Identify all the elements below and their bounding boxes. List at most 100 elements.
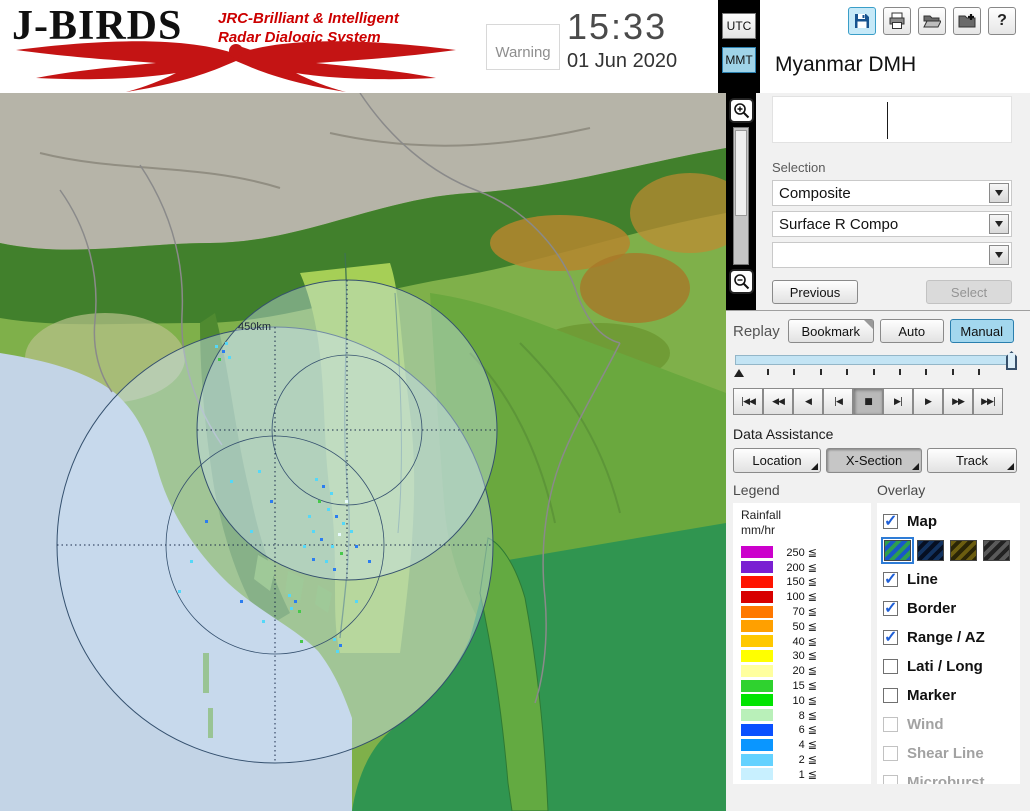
timeline-track[interactable] xyxy=(735,355,1012,365)
zoom-in-button[interactable] xyxy=(728,98,754,123)
dropdown-arrow-button[interactable] xyxy=(989,245,1009,265)
print-button[interactable] xyxy=(883,7,911,35)
legend-value: 40 ≦ xyxy=(792,635,817,648)
playback-stop-button[interactable]: ■ xyxy=(853,388,883,415)
overlay-label: Overlay xyxy=(877,482,926,498)
chevron-down-icon xyxy=(995,252,1003,258)
overlay-item-map[interactable]: ✓ Map xyxy=(883,507,1020,536)
overlay-item-lati-long[interactable]: Lati / Long xyxy=(883,652,1020,681)
main: 450km Selection Composite Surface R Comp… xyxy=(0,93,1030,811)
map-style-gray-swatch[interactable] xyxy=(983,540,1010,561)
legend-row: 250 ≦ xyxy=(741,545,867,560)
legend-color-swatch xyxy=(741,723,773,736)
overlay-panel: ✓ Map ✓ Line ✓ Border ✓ Range / AZ Lati / Long Ma… xyxy=(877,503,1020,784)
dropdown-arrow-button[interactable] xyxy=(989,183,1009,203)
logo-subtitle-line1: JRC-Brilliant & Intelligent xyxy=(218,10,399,27)
dropdown-value: Composite xyxy=(779,184,851,202)
dropdown-arrow-button[interactable] xyxy=(989,214,1009,234)
checkbox[interactable] xyxy=(883,659,898,674)
mmt-button[interactable]: MMT xyxy=(722,47,756,73)
select-button[interactable]: Select xyxy=(926,280,1012,304)
checkbox[interactable]: ✓ xyxy=(883,513,898,530)
legend-row: 150 ≦ xyxy=(741,575,867,590)
legend-row: 10 ≦ xyxy=(741,693,867,708)
legend-color-swatch xyxy=(741,605,773,618)
zoom-slider-thumb[interactable] xyxy=(735,130,747,216)
checkbox[interactable] xyxy=(883,688,898,703)
data-assistance-section: Data Assistance Location X-Section Track xyxy=(726,415,1030,473)
map-style-navy-swatch[interactable] xyxy=(917,540,944,561)
location-button[interactable]: Location xyxy=(733,448,821,473)
help-button[interactable]: ? xyxy=(988,7,1016,35)
open-folder-icon xyxy=(923,15,941,28)
replay-label: Replay xyxy=(733,322,780,340)
check-icon: ✓ xyxy=(884,571,898,588)
timeline-tick xyxy=(872,369,875,375)
header-right: ? Myanmar DMH xyxy=(760,0,1030,93)
bookmark-button[interactable]: Bookmark xyxy=(787,319,874,343)
timeline-handle[interactable] xyxy=(1006,351,1017,370)
playback-rewind-button[interactable]: ◀ xyxy=(793,388,823,415)
selection-buttons: Previous Select xyxy=(772,280,1012,304)
playback-fast-rewind-button[interactable]: ◀◀ xyxy=(763,388,793,415)
track-button[interactable]: Track xyxy=(927,448,1017,473)
warning-button[interactable]: Warning xyxy=(486,24,560,70)
replay-timeline[interactable] xyxy=(733,351,1020,382)
utc-button[interactable]: UTC xyxy=(722,13,756,39)
legend-value: 150 ≦ xyxy=(786,576,817,589)
legend-value: 4 ≦ xyxy=(798,739,817,752)
overlay-item-marker[interactable]: Marker xyxy=(883,681,1020,710)
auto-button[interactable]: Auto xyxy=(879,319,944,343)
open-folder-button[interactable] xyxy=(918,7,946,35)
overlay-item-label: Range / AZ xyxy=(907,629,985,646)
legend-row: 20 ≦ xyxy=(741,663,867,678)
product-dropdown[interactable]: Surface R Compo xyxy=(772,211,1012,237)
checkbox[interactable]: ✓ xyxy=(883,600,898,617)
overlay-item-range-az[interactable]: ✓ Range / AZ xyxy=(883,623,1020,652)
legend-value: 50 ≦ xyxy=(792,620,817,633)
legend-row: 15 ≦ xyxy=(741,678,867,693)
map-style-terrain-swatch[interactable] xyxy=(881,537,914,564)
overlay-item-border[interactable]: ✓ Border xyxy=(883,594,1020,623)
legend-color-swatch xyxy=(741,664,773,677)
zoom-slider[interactable] xyxy=(733,127,749,265)
legend-color-swatch xyxy=(741,694,773,707)
j-birds-app: J-BIRDS JRC-Brilliant & Intelligent Rada… xyxy=(0,0,1030,811)
x-section-button[interactable]: X-Section xyxy=(826,448,922,473)
previous-button[interactable]: Previous xyxy=(772,280,858,304)
legend-color-swatch xyxy=(741,679,773,692)
checkbox[interactable]: ✓ xyxy=(883,571,898,588)
checkbox[interactable]: ✓ xyxy=(883,629,898,646)
timeline-start-marker xyxy=(734,369,744,377)
legend-row: 40 ≦ xyxy=(741,634,867,649)
help-icon: ? xyxy=(997,12,1007,29)
legend-color-swatch xyxy=(741,575,773,588)
playback-first-button[interactable]: |◀◀ xyxy=(733,388,763,415)
composite-dropdown[interactable]: Composite xyxy=(772,180,1012,206)
playback-controls: |◀◀ ◀◀ ◀ |◀ ■ ▶| ▶ ▶▶ ▶▶| xyxy=(733,388,1020,415)
playback-step-back-button[interactable]: |◀ xyxy=(823,388,853,415)
selection-area: Selection Composite Surface R Compo Prev… xyxy=(756,93,1030,310)
option-dropdown[interactable] xyxy=(772,242,1012,268)
playback-play-button[interactable]: ▶ xyxy=(913,388,943,415)
save-button[interactable] xyxy=(848,7,876,35)
legend-color-swatch xyxy=(741,709,773,722)
zoom-out-button[interactable] xyxy=(728,269,754,294)
playback-step-forward-button[interactable]: ▶| xyxy=(883,388,913,415)
playback-last-button[interactable]: ▶▶| xyxy=(973,388,1003,415)
radar-map[interactable]: 450km xyxy=(0,93,726,811)
legend-value: 100 ≦ xyxy=(786,591,817,604)
legend-row: 1 ≦ xyxy=(741,767,867,782)
legend-row: 2 ≦ xyxy=(741,752,867,767)
overlay-item-line[interactable]: ✓ Line xyxy=(883,565,1020,594)
legend-value: 10 ≦ xyxy=(792,694,817,707)
selection-label: Selection xyxy=(772,160,826,175)
legend-unit-line1: Rainfall xyxy=(741,508,782,522)
playback-fast-forward-button[interactable]: ▶▶ xyxy=(943,388,973,415)
map-style-olive-swatch[interactable] xyxy=(950,540,977,561)
overlay-item-shear-line: Shear Line xyxy=(883,739,1020,768)
manual-button[interactable]: Manual xyxy=(949,319,1014,343)
export-button[interactable] xyxy=(953,7,981,35)
clock: 15:33 01 Jun 2020 xyxy=(567,6,677,73)
overlay-item-wind: Wind xyxy=(883,710,1020,739)
